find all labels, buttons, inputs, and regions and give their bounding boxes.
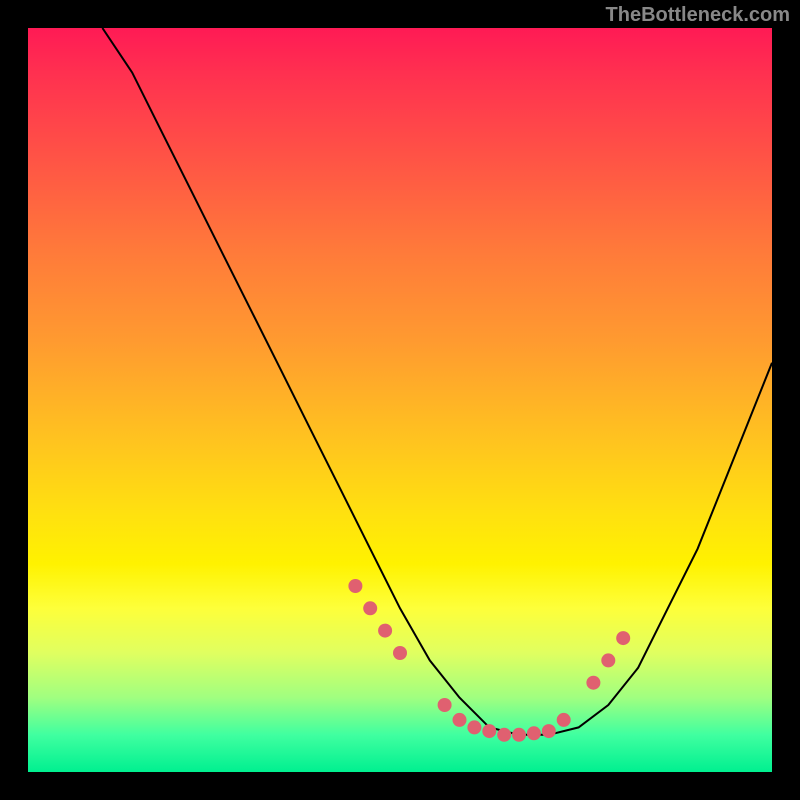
data-marker [557,713,571,727]
chart-svg [28,28,772,772]
data-marker [453,713,467,727]
data-marker [438,698,452,712]
data-marker [512,728,526,742]
data-marker [363,601,377,615]
data-marker [616,631,630,645]
data-marker [482,724,496,738]
data-marker [378,624,392,638]
data-marker [601,653,615,667]
data-marker [527,726,541,740]
data-markers [348,579,630,742]
data-marker [497,728,511,742]
chart-plot-area [28,28,772,772]
data-marker [348,579,362,593]
data-marker [393,646,407,660]
data-marker [467,720,481,734]
data-marker [586,676,600,690]
watermark-text: TheBottleneck.com [606,4,790,27]
data-marker [542,724,556,738]
bottleneck-curve [102,28,772,735]
